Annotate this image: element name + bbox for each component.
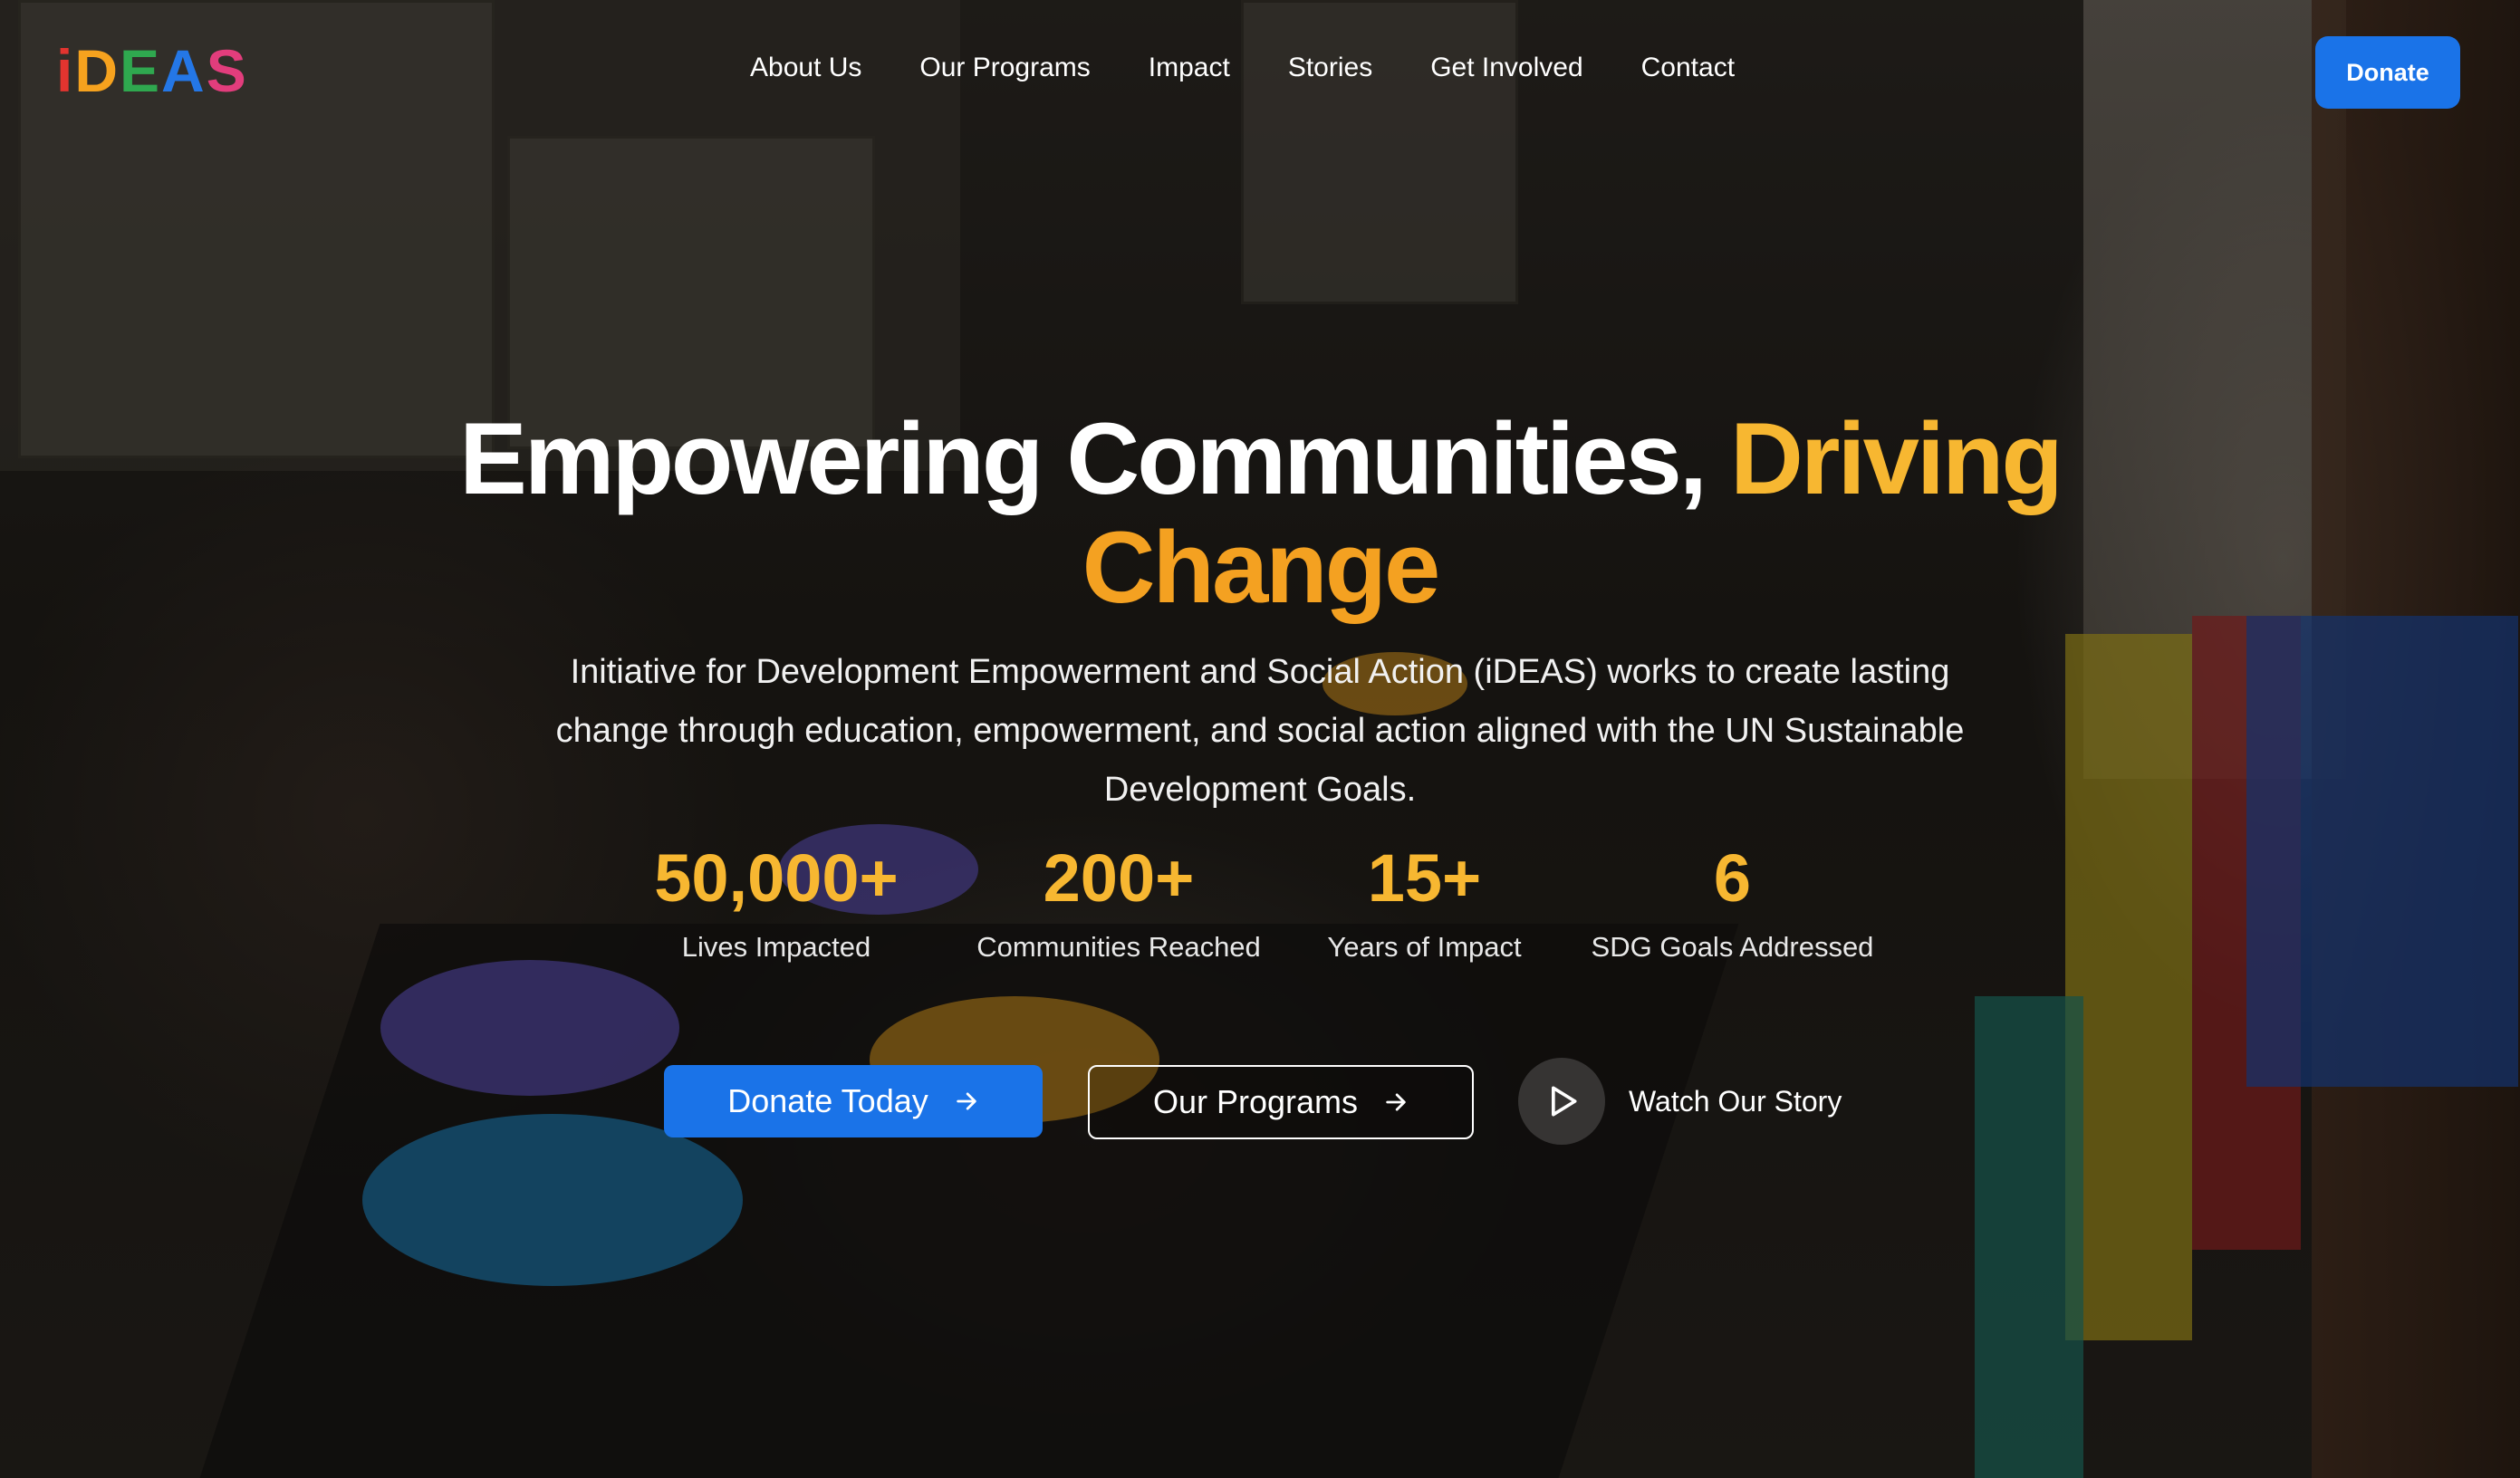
nav-link-our-programs[interactable]: Our Programs (919, 53, 1090, 83)
headline-accent-change: Change (1082, 511, 1441, 625)
nav-donate-button[interactable]: Donate (2315, 36, 2460, 109)
headline-main: Empowering Communities, (459, 402, 1730, 516)
stat-lives-impacted: 50,000+ Lives Impacted (640, 842, 912, 964)
hero-headline: Empowering Communities, Driving Change (0, 405, 2520, 622)
ideas-logo[interactable]: iDEAS (56, 36, 248, 105)
nav-link-about-us[interactable]: About Us (750, 53, 861, 83)
nav-link-contact[interactable]: Contact (1641, 53, 1735, 83)
nav-link-get-involved[interactable]: Get Involved (1430, 53, 1582, 83)
stat-sdg-goals: 6 SDG Goals Addressed (1581, 842, 1884, 964)
our-programs-label: Our Programs (1152, 1083, 1359, 1120)
hero-actions: Donate Today Our Programs Watch Our Stor… (0, 1058, 2520, 1145)
stat-value: 200+ (1043, 840, 1195, 916)
arrow-right-icon (1386, 1093, 1406, 1111)
donate-today-label: Donate Today (727, 1082, 928, 1119)
stat-years-of-impact: 15+ Years of Impact (1323, 842, 1526, 964)
stat-communities-reached: 200+ Communities Reached (965, 842, 1273, 964)
arrow-right-icon (957, 1092, 976, 1110)
logo-letter: S (206, 37, 248, 104)
stat-label: Communities Reached (976, 931, 1261, 963)
stat-value: 50,000+ (654, 840, 899, 916)
donate-today-button[interactable]: Donate Today (664, 1065, 1043, 1137)
logo-letter: E (120, 37, 162, 104)
stat-label: Years of Impact (1327, 931, 1522, 963)
stat-label: Lives Impacted (681, 931, 871, 963)
top-navigation: iDEAS About Us Our Programs Impact Stori… (0, 0, 2520, 145)
nav-link-stories[interactable]: Stories (1288, 53, 1372, 83)
watch-our-story-label: Watch Our Story (1629, 1084, 1842, 1118)
headline-accent-driving: Driving (1729, 402, 2063, 516)
hero-subtitle: Initiative for Development Empowerment a… (555, 653, 1965, 809)
play-button[interactable] (1518, 1058, 1605, 1145)
stat-label: SDG Goals Addressed (1591, 931, 1874, 963)
stat-value: 15+ (1367, 840, 1482, 916)
logo-letter: i (56, 37, 75, 104)
play-icon (1552, 1086, 1577, 1117)
logo-letter: D (74, 37, 120, 104)
nav-link-impact[interactable]: Impact (1149, 53, 1230, 83)
stat-value: 6 (1713, 840, 1752, 916)
logo-letter: A (161, 37, 207, 104)
watch-our-story-button[interactable]: Watch Our Story (1518, 1058, 1842, 1145)
our-programs-button[interactable]: Our Programs (1088, 1065, 1474, 1139)
nav-links: About Us Our Programs Impact Stories Get… (750, 53, 1793, 83)
